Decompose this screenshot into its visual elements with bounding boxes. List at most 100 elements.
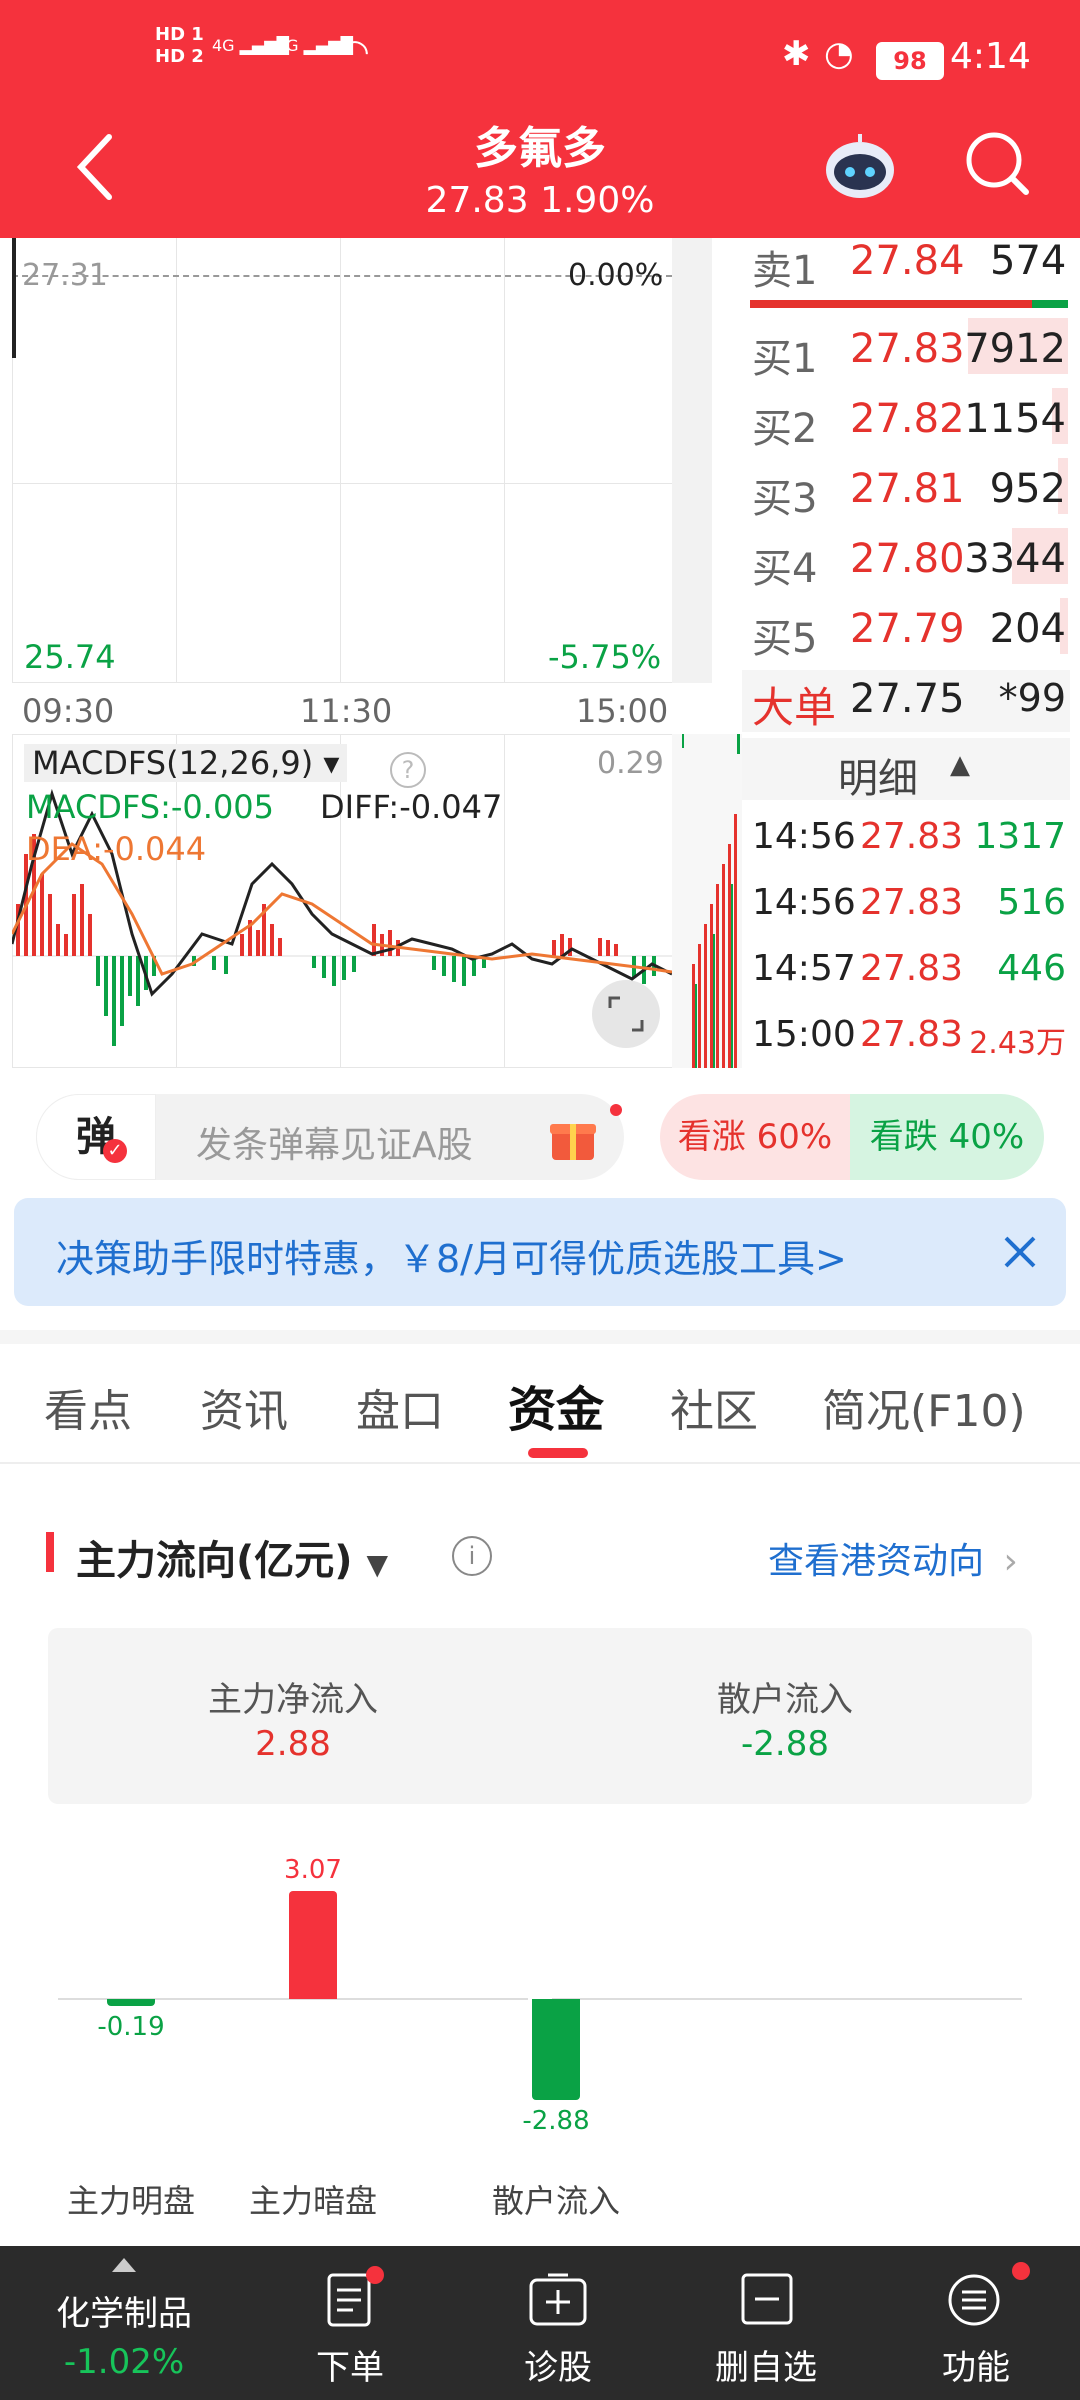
flow-title-selector[interactable]: 主力流向(亿元) ▼ [76,1528,388,1586]
order-button[interactable]: 下单 [270,2246,430,2400]
value-label-main-open: -0.19 [97,2011,165,2042]
stock-quote: 27.83 1.90% [0,180,1080,221]
help-icon[interactable]: ? [390,752,426,788]
danmu-placeholder: 发条弹幕见证A股 [196,1125,473,1166]
tick-vol: 446 [997,948,1066,989]
macd-title: MACDFS(12,26,9) [32,744,314,782]
tick-vol: 516 [997,882,1066,923]
clock: 4:14 [950,36,1031,77]
functions-button[interactable]: 功能 [896,2246,1056,2400]
bull-vote-button[interactable]: 看涨 60% [660,1094,850,1180]
big-order-row[interactable]: 大单 27.75 *99 [742,670,1070,732]
menu-icon [948,2274,1000,2326]
tick-price: 27.83 [860,882,964,923]
close-button[interactable] [992,1224,1048,1280]
robot-icon [826,134,894,198]
section-marker [46,1532,54,1572]
bar-main-open [107,1999,155,2006]
search-button[interactable] [962,128,1032,198]
remove-watchlist-button[interactable]: 删自选 [686,2246,846,2400]
stock-price: 27.83 [425,180,529,221]
active-tab-indicator [528,1448,588,1458]
hd-indicator: HD 1 HD 2 [155,24,204,67]
macd-chart[interactable]: MACDFS(12,26,9) ▾ ? 0.29 MACDFS:-0.005 D… [12,734,742,1068]
chevron-right-icon: › [1003,1541,1018,1582]
bid-vol: 204 [989,606,1066,652]
big-order-price: 27.75 [850,676,965,722]
diagnose-button[interactable]: 诊股 [478,2246,638,2400]
time-label-close: 15:00 [576,692,669,730]
wifi-icon: ◠ [340,32,370,72]
robot-assistant-button[interactable] [822,130,898,202]
tab-funds[interactable]: 资金 [508,1370,604,1440]
tick-time: 14:57 [752,948,856,989]
macdfs-value: MACDFS:-0.005 [26,788,275,826]
value-label-main-dark: 3.07 [284,1855,342,1885]
retail-value: -2.88 [741,1724,829,1764]
diagnose-label: 诊股 [524,2348,592,2388]
notification-dot [366,2266,384,2284]
app-header: HD 1 HD 2 4G ▂▄▆█ 4G ▂▄▆█ ◠ ✱ ◔ 98 4:14 多… [0,0,1080,238]
tab-community[interactable]: 社区 [670,1375,758,1439]
tab-highlights[interactable]: 看点 [44,1375,132,1439]
sector-name: 化学制品 [56,2294,192,2334]
sector-button[interactable]: 化学制品 -1.02% [0,2246,248,2400]
speed-icon: ◔ [824,34,854,74]
info-icon[interactable]: i [452,1536,492,1576]
sector-pct: -1.02% [63,2342,185,2382]
tab-orderbook[interactable]: 盘口 [356,1375,444,1439]
close-icon [1004,1236,1036,1268]
hk-flow-link[interactable]: 查看港资动向 › [768,1532,1018,1584]
macd-graph [12,788,672,1046]
promo-banner[interactable]: 决策助手限时特惠，￥8/月可得优质选股工具> [14,1198,1066,1306]
gift-icon[interactable] [548,1112,598,1162]
bluetooth-icon: ✱ [782,34,811,74]
big-order-vol: *99 [998,676,1066,720]
battery-indicator: 98 [876,42,944,80]
category-label-retail: 散户流入 [491,2182,620,2220]
caret-down-icon: ▾ [323,744,340,782]
bid-label: 买5 [752,616,818,662]
value-label-retail: -2.88 [522,2106,590,2137]
macd-max: 0.29 [597,746,664,781]
tick-time: 14:56 [752,816,856,857]
intraday-chart[interactable]: 27.31 0.00% 25.74 -5.75% [12,238,712,683]
low-price: 25.74 [24,638,116,676]
tab-news[interactable]: 资讯 [200,1375,288,1439]
caret-up-icon [112,2258,136,2272]
macd-selector[interactable]: MACDFS(12,26,9) ▾ [24,744,348,782]
ref-pct: 0.00% [568,258,664,293]
low-pct: -5.75% [548,638,662,676]
danmu-toggle[interactable]: 弹 ✓ [36,1094,156,1180]
triangle-up-icon: ▲ [950,750,970,780]
detail-label: 明细 [838,756,918,802]
remove-icon [741,2273,793,2325]
tick-price: 27.83 [860,1014,964,1055]
fullscreen-button[interactable] [592,980,660,1048]
remove-watchlist-label: 删自选 [715,2348,817,2388]
detail-toggle[interactable]: 明细 ▲ [742,738,1070,802]
tick-time: 15:00 [752,1014,856,1055]
bid-price: 27.79 [850,606,965,652]
bid-label: 买2 [752,406,818,452]
tab-profile[interactable]: 简况(F10) [822,1375,1026,1439]
danmu-input-bar[interactable]: 弹 ✓ 发条弹幕见证A股 [36,1094,624,1180]
tick-time: 14:56 [752,882,856,923]
stock-change-pct: 1.90% [540,180,655,221]
bid-vol: 952 [989,466,1066,512]
flow-summary-card: 主力净流入 2.88 散户流入 -2.88 [48,1628,1032,1804]
notification-dot [610,1104,622,1116]
time-label-open: 09:30 [22,692,115,730]
functions-label: 功能 [942,2348,1010,2388]
caret-down-icon: ▼ [366,1548,389,1581]
bid-price: 27.83 [850,326,965,372]
tick-vol: 2.43万 [969,1026,1066,1061]
time-label-mid: 11:30 [300,692,393,730]
bear-vote-button[interactable]: 看跌 40% [850,1094,1044,1180]
promo-text: 决策助手限时特惠，￥8/月可得优质选股工具> [56,1237,847,1281]
flow-bar-chart: -0.19 3.07 -2.88 主力明盘 主力暗盘 散户流入 [58,1836,1022,2236]
bid-vol: 1154 [964,396,1066,442]
bottom-toolbar: 化学制品 -1.02% 下单 诊股 删自选 功能 [0,2246,1080,2400]
bid-vol: 3344 [964,536,1066,582]
retail-label: 散户流入 [717,1680,853,1720]
